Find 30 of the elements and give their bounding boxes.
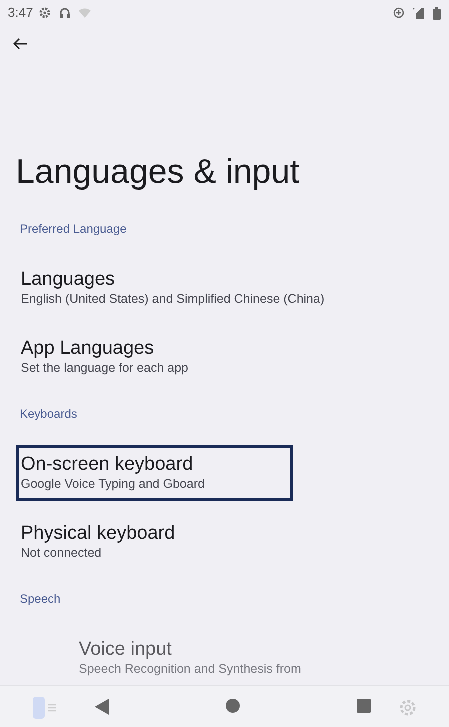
item-title: Voice input [79, 639, 173, 661]
item-title: Physical keyboard [21, 523, 176, 545]
back-arrow-icon [13, 38, 27, 50]
back-nav-icon[interactable] [95, 699, 109, 715]
home-nav-icon[interactable] [226, 699, 240, 713]
item-subtitle: Not connected [21, 545, 103, 561]
item-subtitle: Google Voice Typing and Gboard [21, 476, 206, 492]
battery-icon [433, 6, 441, 20]
status-time: 3:47 [8, 4, 34, 22]
settings-item[interactable]: Voice input Speech Recognition and Synthesis from [16, 630, 436, 686]
data-saver-icon [393, 7, 405, 19]
app-icon [33, 697, 57, 719]
settings-item[interactable]: On-screen keyboard Google Voice Typing and Gboard [16, 445, 293, 501]
headphones-icon [59, 7, 72, 19]
section-header: Preferred Language [20, 221, 128, 238]
signal-icon [411, 7, 427, 19]
section-header: Speech [20, 591, 62, 608]
section-header: Keyboards [20, 406, 78, 423]
item-title: Languages [21, 269, 116, 291]
item-subtitle: Speech Recognition and Synthesis from [79, 661, 302, 677]
page-title: Languages & input [16, 152, 301, 192]
settings-item[interactable]: App Languages Set the language for each app [16, 329, 436, 385]
gear-icon [39, 7, 52, 19]
settings-item[interactable]: Physical keyboard Not connected [16, 514, 436, 570]
settings-item[interactable]: Languages English (United States) and Simplified Chinese (China) [16, 260, 436, 316]
item-subtitle: Set the language for each app [21, 360, 190, 376]
item-subtitle: English (United States) and Simplified Chinese (China) [21, 291, 326, 307]
item-title: App Languages [21, 338, 156, 360]
item-title: On-screen keyboard [21, 454, 194, 476]
wifi-icon [79, 8, 92, 18]
